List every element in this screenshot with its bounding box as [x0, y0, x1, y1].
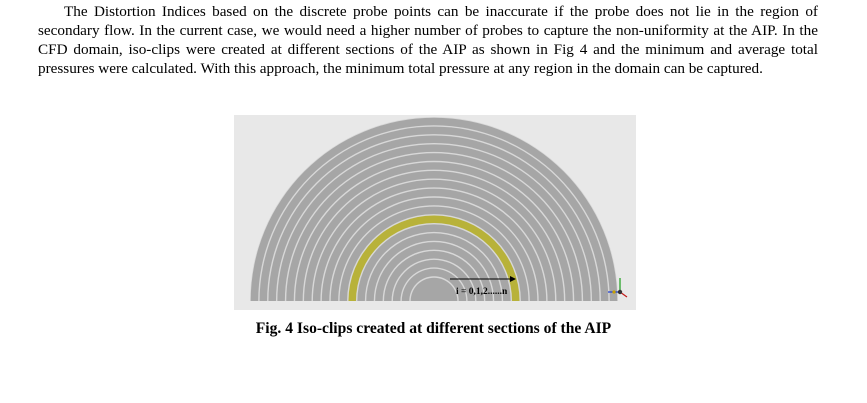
- iso-clip-rings-diagram: i = 0,1,2......n: [234, 115, 636, 310]
- aip-iso-clip-figure: i = 0,1,2......n: [234, 115, 636, 310]
- figure-caption: Fig. 4 Iso-clips created at different se…: [255, 320, 612, 337]
- index-label: i = 0,1,2......n: [456, 287, 508, 297]
- body-paragraph: The Distortion Indices based on the disc…: [38, 3, 818, 77]
